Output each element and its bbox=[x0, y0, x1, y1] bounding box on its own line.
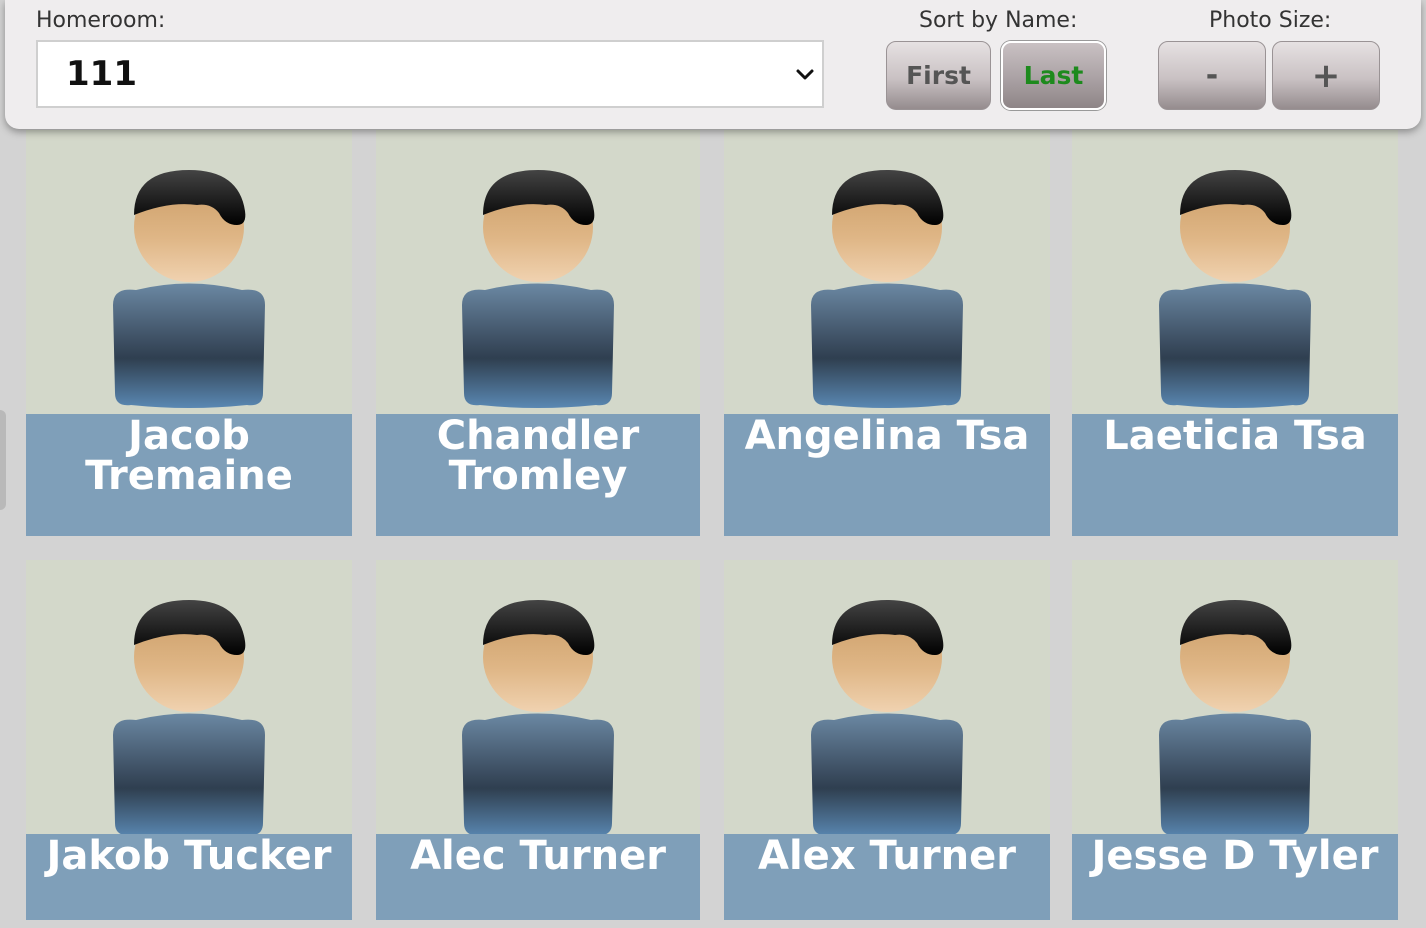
student-name-bar: Chandler Tromley bbox=[376, 414, 700, 536]
student-name-bar: Jesse D Tyler bbox=[1072, 834, 1398, 920]
student-card[interactable]: Angelina Tsa bbox=[724, 130, 1050, 536]
student-name-bar: Laeticia Tsa bbox=[1072, 414, 1398, 536]
photo-size-increase-button[interactable]: + bbox=[1272, 41, 1380, 110]
student-name: Jakob Tucker bbox=[46, 833, 332, 879]
photo-size-label: Photo Size: bbox=[1209, 8, 1332, 33]
homeroom-select[interactable]: 111 bbox=[36, 40, 824, 108]
student-card[interactable]: Jakob Tucker bbox=[26, 560, 352, 920]
student-name-bar: Jakob Tucker bbox=[26, 834, 352, 920]
student-name: Alec Turner bbox=[410, 833, 666, 879]
person-placeholder-icon bbox=[462, 170, 614, 408]
person-placeholder-icon bbox=[462, 600, 614, 838]
sort-first-button[interactable]: First bbox=[886, 41, 991, 110]
student-name-bar: Alex Turner bbox=[724, 834, 1050, 920]
student-name: Angelina Tsa bbox=[744, 413, 1030, 459]
sort-by-name-label: Sort by Name: bbox=[919, 8, 1078, 33]
student-card[interactable]: Jacob Tremaine bbox=[26, 130, 352, 536]
person-placeholder-icon bbox=[1159, 600, 1311, 838]
person-placeholder-icon bbox=[113, 170, 265, 408]
student-name-bar: Alec Turner bbox=[376, 834, 700, 920]
student-card[interactable]: Jesse D Tyler bbox=[1072, 560, 1398, 920]
person-placeholder-icon bbox=[811, 170, 963, 408]
person-placeholder-icon bbox=[1159, 170, 1311, 408]
student-name: Laeticia Tsa bbox=[1103, 413, 1367, 459]
student-name-bar: Angelina Tsa bbox=[724, 414, 1050, 536]
chevron-down-icon bbox=[796, 69, 814, 80]
student-card[interactable]: Alex Turner bbox=[724, 560, 1050, 920]
photo-size-decrease-button[interactable]: - bbox=[1158, 41, 1266, 110]
student-card[interactable]: Chandler Tromley bbox=[376, 130, 700, 536]
student-card[interactable]: Alec Turner bbox=[376, 560, 700, 920]
edge-shadow bbox=[0, 410, 6, 510]
homeroom-select-value: 111 bbox=[66, 54, 137, 94]
student-name: Jacob Tremaine bbox=[85, 413, 293, 499]
sort-last-button[interactable]: Last bbox=[1001, 41, 1106, 110]
student-card[interactable]: Laeticia Tsa bbox=[1072, 130, 1398, 536]
student-name: Alex Turner bbox=[758, 833, 1016, 879]
toolbar: Homeroom: 111 Sort by Name: First Last P… bbox=[5, 0, 1421, 129]
student-name-bar: Jacob Tremaine bbox=[26, 414, 352, 536]
student-name: Chandler Tromley bbox=[436, 413, 640, 499]
person-placeholder-icon bbox=[113, 600, 265, 838]
homeroom-label: Homeroom: bbox=[36, 8, 166, 33]
student-name: Jesse D Tyler bbox=[1091, 833, 1379, 879]
person-placeholder-icon bbox=[811, 600, 963, 838]
